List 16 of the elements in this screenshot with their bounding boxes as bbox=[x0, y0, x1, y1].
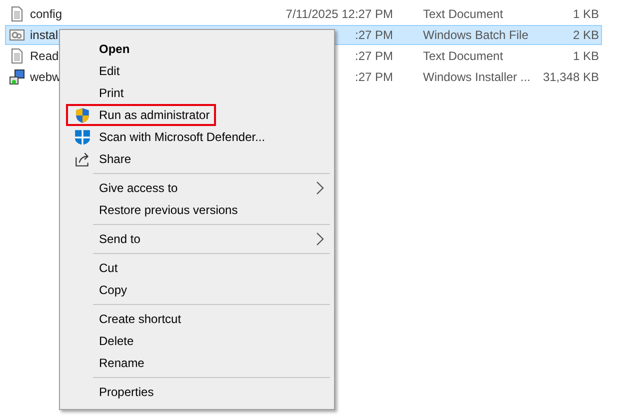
file-name: Read bbox=[30, 48, 59, 65]
file-type: Windows Batch File bbox=[423, 27, 530, 44]
file-type: Windows Installer ... bbox=[423, 69, 532, 86]
file-name: webw bbox=[30, 69, 61, 86]
file-date: :27 PM bbox=[354, 27, 393, 44]
file-type: Text Document bbox=[423, 6, 504, 23]
file-size: 1 KB bbox=[572, 48, 600, 65]
file-date: :27 PM bbox=[354, 69, 393, 86]
file-size: 2 KB bbox=[572, 27, 600, 44]
file-date: 7/11/2025 12:27 PM bbox=[284, 6, 393, 23]
file-type: Text Document bbox=[423, 48, 504, 65]
file-date: :27 PM bbox=[354, 48, 393, 65]
file-name: config bbox=[30, 6, 62, 23]
file-size: 31,348 KB bbox=[542, 69, 600, 86]
file-name: instal bbox=[30, 27, 58, 44]
file-size: 1 KB bbox=[572, 6, 600, 23]
